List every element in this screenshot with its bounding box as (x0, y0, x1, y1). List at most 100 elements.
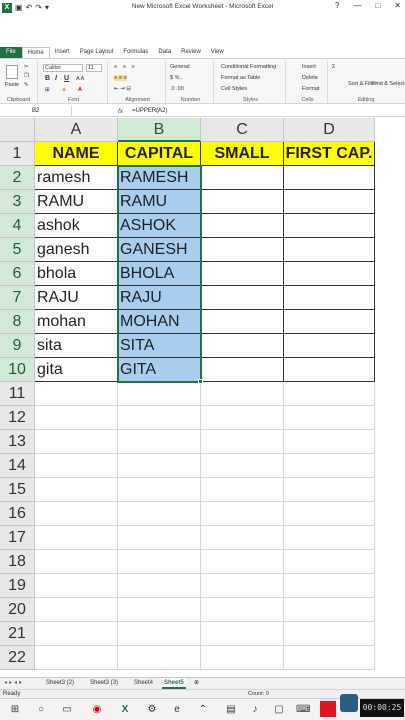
column-header-a[interactable]: A (35, 118, 118, 142)
row-header-10[interactable]: 10 (0, 358, 35, 382)
cell-d15[interactable] (284, 478, 375, 502)
conditional-formatting-button[interactable]: Conditional Formatting (221, 64, 276, 70)
font-color-icon[interactable]: A (78, 87, 82, 93)
cell-b17[interactable] (118, 526, 201, 550)
sheet-tab[interactable]: Sheet3 (2) (46, 678, 74, 689)
row-header-3[interactable]: 3 (0, 190, 35, 214)
format-as-table-button[interactable]: Format as Table (221, 75, 260, 81)
cell-d7[interactable] (284, 286, 375, 310)
insert-cells-button[interactable]: Insert (302, 64, 316, 70)
settings-icon[interactable]: ⚙ (145, 703, 159, 717)
cell-a19[interactable] (35, 574, 118, 598)
cell-b1[interactable]: CAPITAL (118, 142, 201, 166)
borders-icon[interactable]: ⊞ (45, 87, 50, 93)
row-header-1[interactable]: 1 (0, 142, 35, 166)
cell-c10[interactable] (201, 358, 284, 382)
row-header-21[interactable]: 21 (0, 622, 35, 646)
cell-a17[interactable] (35, 526, 118, 550)
cell-c11[interactable] (201, 382, 284, 406)
column-header-c[interactable]: C (201, 118, 284, 142)
cell-a13[interactable] (35, 430, 118, 454)
cell-a8[interactable]: mohan (35, 310, 118, 334)
font-size-select[interactable]: 11 (86, 64, 102, 72)
row-header-11[interactable]: 11 (0, 382, 35, 406)
cell-c15[interactable] (201, 478, 284, 502)
formula-input[interactable]: =UPPER(A2) (132, 106, 168, 117)
cell-b4[interactable]: ASHOK (118, 214, 201, 238)
cell-c6[interactable] (201, 262, 284, 286)
tab-file[interactable]: File (0, 47, 22, 58)
cell-b19[interactable] (118, 574, 201, 598)
cell-a20[interactable] (35, 598, 118, 622)
cell-c8[interactable] (201, 310, 284, 334)
help-icon[interactable]: ? (335, 1, 339, 10)
format-cells-button[interactable]: Format (302, 86, 319, 92)
cell-a3[interactable]: RAMU (35, 190, 118, 214)
cell-c13[interactable] (201, 430, 284, 454)
tab-view[interactable]: View (206, 47, 229, 58)
cell-a18[interactable] (35, 550, 118, 574)
row-header-13[interactable]: 13 (0, 430, 35, 454)
cell-d9[interactable] (284, 334, 375, 358)
excel-taskbar-icon[interactable]: X (118, 703, 132, 717)
currency-icons[interactable]: $ % , (170, 75, 183, 81)
cell-d17[interactable] (284, 526, 375, 550)
cell-d19[interactable] (284, 574, 375, 598)
camera-icon[interactable] (340, 694, 358, 712)
row-header-16[interactable]: 16 (0, 502, 35, 526)
cell-b13[interactable] (118, 430, 201, 454)
cell-b10[interactable]: GITA (118, 358, 201, 382)
cell-c21[interactable] (201, 622, 284, 646)
copy-icon[interactable]: ❐ (24, 73, 29, 79)
volume-icon[interactable]: ♪ (248, 703, 262, 717)
cell-c19[interactable] (201, 574, 284, 598)
cell-a7[interactable]: RAJU (35, 286, 118, 310)
vertical-align-icons[interactable]: ≡ ≡ ≡ (114, 64, 137, 70)
row-header-8[interactable]: 8 (0, 310, 35, 334)
cell-c20[interactable] (201, 598, 284, 622)
cell-c9[interactable] (201, 334, 284, 358)
cell-a9[interactable]: sita (35, 334, 118, 358)
row-header-12[interactable]: 12 (0, 406, 35, 430)
cell-d5[interactable] (284, 238, 375, 262)
autosum-icon[interactable]: Σ (332, 64, 335, 70)
cut-icon[interactable]: ✂ (24, 64, 29, 70)
recorder-icon[interactable]: ◉ (90, 703, 104, 717)
cell-b3[interactable]: RAMU (118, 190, 201, 214)
maximize-button[interactable]: □ (375, 1, 380, 10)
search-icon[interactable]: ○ (34, 703, 48, 717)
cell-b18[interactable] (118, 550, 201, 574)
cell-b16[interactable] (118, 502, 201, 526)
fill-color-icon[interactable]: ◈ (62, 87, 66, 93)
start-icon[interactable]: ⊞ (8, 703, 22, 717)
edge-icon[interactable]: e (170, 703, 184, 717)
cell-a5[interactable]: ganesh (35, 238, 118, 262)
name-box[interactable]: B2 (0, 106, 72, 117)
cell-d6[interactable] (284, 262, 375, 286)
cell-c2[interactable] (201, 166, 284, 190)
tab-data[interactable]: Data (153, 47, 176, 58)
bold-button[interactable]: B (45, 75, 50, 82)
find-select-button[interactable]: Find & Select (372, 81, 405, 87)
cell-b20[interactable] (118, 598, 201, 622)
insert-function-icon[interactable]: fx (118, 106, 123, 117)
cell-a16[interactable] (35, 502, 118, 526)
tray-chevron-icon[interactable]: ⌃ (196, 703, 210, 717)
cell-d10[interactable] (284, 358, 375, 382)
row-header-4[interactable]: 4 (0, 214, 35, 238)
cell-b9[interactable]: SITA (118, 334, 201, 358)
cell-d16[interactable] (284, 502, 375, 526)
cell-b6[interactable]: BHOLA (118, 262, 201, 286)
cell-a14[interactable] (35, 454, 118, 478)
decimal-icons[interactable]: .0 .00 (170, 86, 184, 92)
cell-a1[interactable]: NAME (35, 142, 118, 166)
cell-a11[interactable] (35, 382, 118, 406)
network-icon[interactable]: ▤ (224, 703, 238, 717)
row-header-14[interactable]: 14 (0, 454, 35, 478)
sheet-tab[interactable]: Sheet4 (134, 678, 153, 689)
cell-c4[interactable] (201, 214, 284, 238)
tab-formulas[interactable]: Formulas (118, 47, 153, 58)
cell-d1[interactable]: FIRST CAP. (284, 142, 375, 166)
horizontal-align-icons[interactable]: ≡ ≡ ≡ (114, 75, 127, 81)
cell-c14[interactable] (201, 454, 284, 478)
